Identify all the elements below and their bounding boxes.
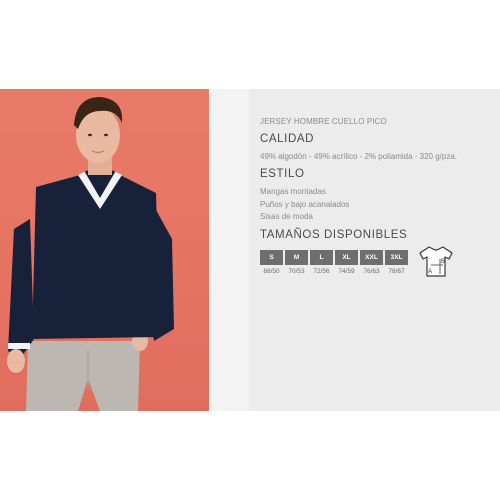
measure-b-label: B <box>441 259 445 265</box>
feature-item: Sisas de moda <box>260 212 313 221</box>
size-option[interactable]: S 68/50 <box>260 250 283 275</box>
size-label: L <box>310 250 333 265</box>
size-option[interactable]: M 70/53 <box>285 250 308 275</box>
feature-list: Mangas montadas Puños y bajo acanalados … <box>260 186 349 224</box>
composition-text: 49% algodón - 49% acrílico - 2% poliamid… <box>260 152 457 161</box>
size-measure: 78/67 <box>388 268 405 275</box>
product-photo <box>0 89 209 411</box>
size-label: S <box>260 250 283 265</box>
size-label: XL <box>335 250 358 265</box>
divider-band <box>209 89 249 411</box>
style-heading: ESTILO <box>260 168 305 180</box>
size-option[interactable]: 3XL 78/67 <box>385 250 408 275</box>
model-illustration <box>7 97 174 411</box>
size-measure: 68/50 <box>263 268 280 275</box>
product-subtitle: JERSEY HOMBRE CUELLO PICO <box>260 117 387 126</box>
size-measure: 72/56 <box>313 268 330 275</box>
sizes-heading: TAMAÑOS DISPONIBLES <box>260 229 408 241</box>
size-option[interactable]: XL 74/59 <box>335 250 358 275</box>
product-info-panel: JERSEY HOMBRE CUELLO PICO CALIDAD 49% al… <box>249 89 500 411</box>
size-label: 3XL <box>385 250 408 265</box>
size-measure: 76/63 <box>363 268 380 275</box>
quality-heading: CALIDAD <box>260 133 315 145</box>
size-chart: S 68/50 M 70/53 L 72/56 XL 74/59 XXL 76/… <box>260 250 408 275</box>
size-label: M <box>285 250 308 265</box>
size-option[interactable]: XXL 76/63 <box>360 250 383 275</box>
tshirt-measure-icon: A B <box>419 246 453 277</box>
size-label: XXL <box>360 250 383 265</box>
size-measure: 74/59 <box>338 268 355 275</box>
measure-a-label: A <box>428 269 432 275</box>
size-option[interactable]: L 72/56 <box>310 250 333 275</box>
feature-item: Mangas montadas <box>260 187 326 196</box>
feature-item: Puños y bajo acanalados <box>260 199 350 209</box>
size-measure: 70/53 <box>288 268 305 275</box>
